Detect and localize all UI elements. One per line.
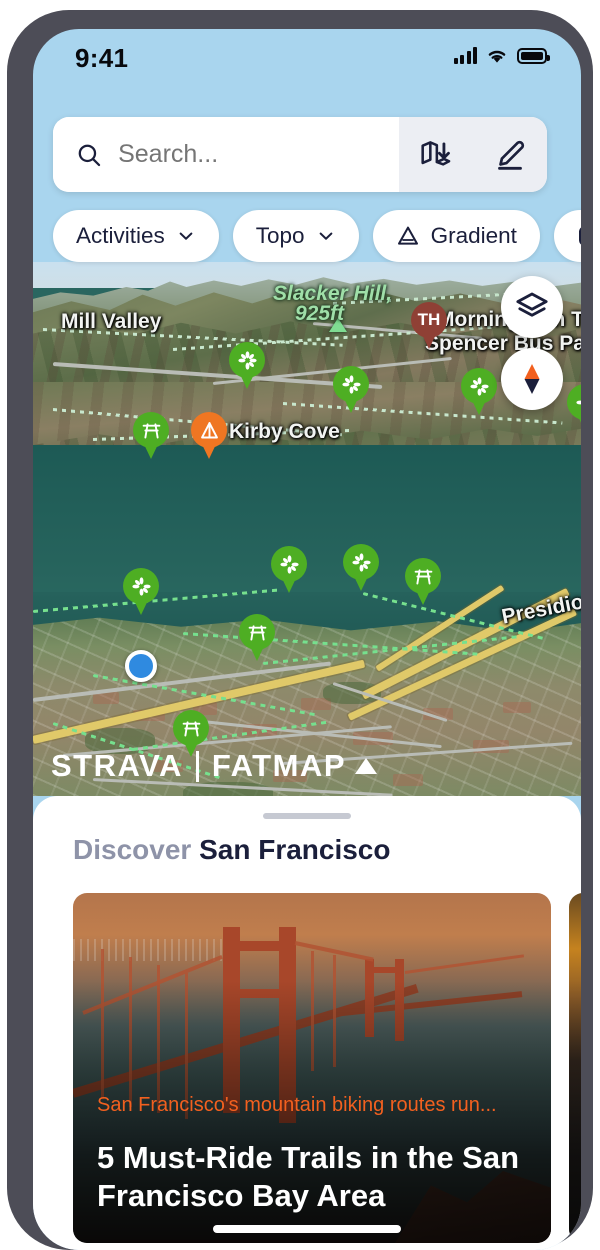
map-pin-viewpoint[interactable] bbox=[229, 342, 265, 389]
map-canvas[interactable]: Mill Valley Slacker Hill, 925ft Morning … bbox=[33, 262, 581, 796]
map-pin-viewpoint[interactable] bbox=[567, 384, 581, 431]
signal-bars-icon bbox=[453, 47, 477, 64]
discover-title-place: San Francisco bbox=[199, 834, 391, 865]
home-indicator-bar[interactable] bbox=[213, 1225, 401, 1233]
pencil-edit-icon[interactable] bbox=[490, 135, 530, 175]
chevron-down-icon bbox=[179, 232, 193, 240]
discover-card[interactable]: San Francisco's mountain biking routes r… bbox=[73, 893, 551, 1243]
chevron-down-icon bbox=[319, 232, 332, 240]
chip-gradient[interactable]: Gradient bbox=[372, 210, 540, 262]
chip-activities[interactable]: Activities bbox=[53, 210, 219, 262]
search-action-buttons bbox=[399, 117, 547, 192]
picnic-table-icon bbox=[173, 710, 209, 746]
map-pin-viewpoint[interactable] bbox=[271, 546, 307, 593]
trailhead-label: TH bbox=[417, 310, 441, 329]
wifi-icon bbox=[488, 50, 506, 63]
tent-icon bbox=[191, 412, 227, 448]
map-label-spencer-bus-pad: Spencer Bus Pad bbox=[425, 332, 581, 355]
current-location-dot bbox=[125, 650, 157, 682]
picnic-table-icon bbox=[405, 558, 441, 594]
map-label-mill-valley: Mill Valley bbox=[61, 310, 162, 333]
discover-title-prefix: Discover bbox=[73, 834, 192, 865]
discover-bottom-sheet[interactable]: Discover San Francisco San Francisco's m… bbox=[33, 796, 581, 1250]
page-title: Discover San Francisco bbox=[73, 834, 390, 866]
map-branding: STRAVA FATMAP bbox=[51, 748, 379, 784]
search-field[interactable] bbox=[53, 117, 399, 192]
picnic-table-icon bbox=[239, 614, 275, 650]
map-pin-picnic[interactable] bbox=[133, 412, 169, 459]
compass-button[interactable] bbox=[501, 348, 563, 410]
layers-button[interactable] bbox=[501, 276, 563, 338]
gradient-triangle-icon bbox=[397, 226, 418, 245]
search-bar[interactable] bbox=[53, 117, 547, 192]
map-pin-viewpoint[interactable] bbox=[123, 568, 159, 615]
chip-topo-label: Topo bbox=[255, 223, 305, 248]
phone-device-frame: 9:41 Search... Activities Topo Gradient … bbox=[7, 10, 593, 1250]
flower-icon bbox=[271, 546, 307, 582]
chip-activities-label: Activities bbox=[76, 223, 165, 248]
sheet-grabber-handle[interactable] bbox=[263, 813, 351, 819]
flower-icon bbox=[123, 568, 159, 604]
status-bar-time: 9:41 bbox=[75, 43, 129, 73]
flower-icon bbox=[333, 366, 369, 402]
status-bar-icons bbox=[453, 47, 550, 64]
search-icon bbox=[78, 144, 101, 166]
map-pin-viewpoint[interactable] bbox=[461, 368, 497, 415]
map-pin-picnic[interactable] bbox=[405, 558, 441, 605]
status-bar: 9:41 bbox=[33, 29, 581, 91]
picnic-table-icon bbox=[133, 412, 169, 448]
map-pin-camping[interactable] bbox=[191, 412, 227, 459]
search-input[interactable] bbox=[118, 140, 399, 169]
map-pin-viewpoint[interactable] bbox=[333, 366, 369, 413]
fatmap-wordmark: FATMAP bbox=[211, 748, 346, 783]
filter-chip-row[interactable]: Activities Topo Gradient Lifts bbox=[53, 210, 581, 262]
strava-wordmark: STRAVA bbox=[51, 748, 183, 783]
mountain-icon bbox=[355, 758, 377, 774]
map-download-icon[interactable] bbox=[416, 135, 456, 175]
map-label-kirby-cove: Kirby Cove bbox=[229, 420, 340, 443]
map-pin-trailhead[interactable]: TH bbox=[411, 302, 447, 349]
battery-full-icon bbox=[517, 47, 550, 64]
layers-icon bbox=[516, 292, 548, 317]
flower-icon bbox=[229, 342, 265, 378]
discover-card[interactable]: S D T bbox=[569, 893, 581, 1243]
card-gradient-overlay bbox=[569, 893, 581, 1243]
flower-icon bbox=[343, 544, 379, 580]
checkbox-checked-icon bbox=[578, 227, 581, 245]
discover-card-carousel[interactable]: San Francisco's mountain biking routes r… bbox=[73, 893, 581, 1243]
discover-card-subtitle: San Francisco's mountain biking routes r… bbox=[97, 1094, 497, 1116]
flower-icon bbox=[567, 384, 581, 420]
discover-card-title: 5 Must-Ride Trails in the San Francisco … bbox=[97, 1140, 520, 1214]
brand-divider bbox=[195, 750, 199, 782]
chip-gradient-label: Gradient bbox=[430, 223, 517, 248]
phone-screen: 9:41 Search... Activities Topo Gradient … bbox=[33, 29, 581, 1250]
map-label-slacker-elevation: 925ft bbox=[295, 302, 345, 325]
compass-needle-icon bbox=[524, 364, 540, 394]
chip-lifts[interactable]: Lifts bbox=[553, 210, 581, 262]
map-pin-picnic[interactable] bbox=[239, 614, 275, 661]
flower-icon bbox=[461, 368, 497, 404]
map-pin-viewpoint[interactable] bbox=[343, 544, 379, 591]
chip-topo[interactable]: Topo bbox=[232, 210, 359, 262]
